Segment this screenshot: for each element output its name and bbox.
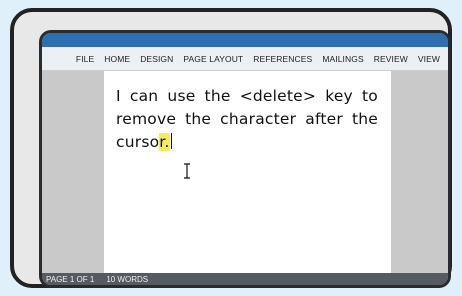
tab-file[interactable]: FILE	[76, 54, 94, 64]
title-bar	[42, 33, 448, 47]
tab-references[interactable]: REFERENCES	[253, 54, 312, 64]
highlighted-text: r.	[159, 133, 170, 151]
tab-page-layout[interactable]: PAGE LAYOUT	[183, 54, 243, 64]
document-page[interactable]: I can use the <delete> key to remove the…	[104, 71, 391, 273]
word-count-status: 10 WORDS	[106, 274, 149, 284]
tab-review[interactable]: REVIEW	[374, 54, 408, 64]
status-bar: PAGE 1 OF 1 10 WORDS	[42, 273, 448, 285]
document-body-text[interactable]: I can use the <delete> key to remove the…	[116, 85, 378, 154]
text-caret	[170, 133, 173, 149]
page-count-status: PAGE 1 OF 1	[46, 274, 95, 284]
tab-mailings[interactable]: MAILINGS	[322, 54, 363, 64]
tab-design[interactable]: DESIGN	[140, 54, 173, 64]
document-text: I can use the <delete> key to remove the…	[116, 87, 378, 151]
document-workspace: I can use the <delete> key to remove the…	[42, 71, 448, 273]
app-window: FILE HOME DESIGN PAGE LAYOUT REFERENCES …	[39, 30, 451, 288]
ribbon-tab-bar: FILE HOME DESIGN PAGE LAYOUT REFERENCES …	[42, 47, 448, 71]
monitor-frame: FILE HOME DESIGN PAGE LAYOUT REFERENCES …	[10, 8, 452, 288]
i-beam-cursor-icon	[184, 163, 190, 179]
tab-home[interactable]: HOME	[104, 54, 130, 64]
tab-view[interactable]: VIEW	[418, 54, 440, 64]
